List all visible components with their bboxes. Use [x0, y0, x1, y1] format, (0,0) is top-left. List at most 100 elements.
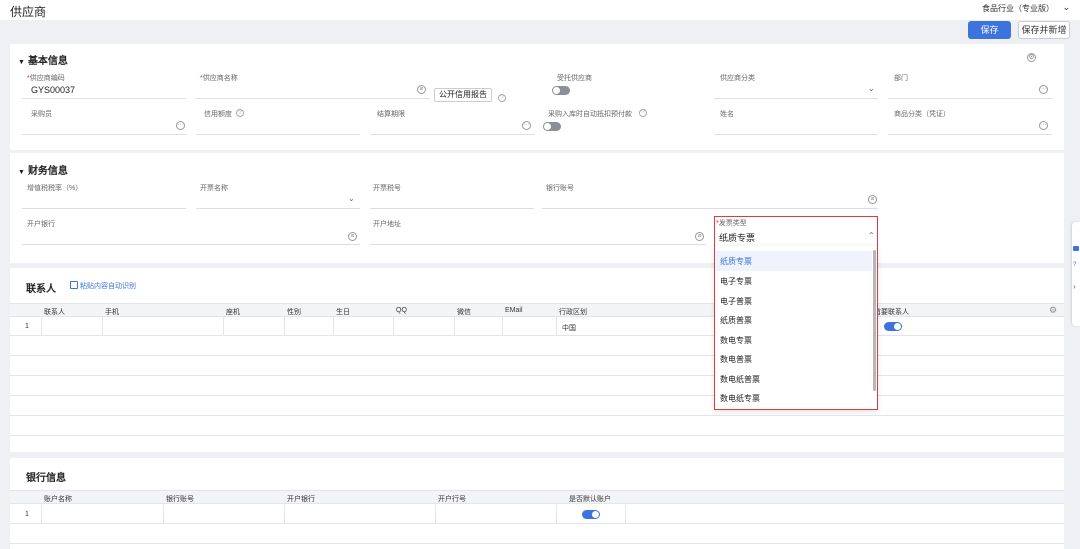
address-label: 开户地址 [373, 221, 401, 228]
help-icon[interactable]: ? [1073, 262, 1076, 268]
bank-table-header: 账户名称 银行账号 开户银行 开户行号 是否默认账户 [10, 490, 1064, 504]
table-row[interactable] [10, 357, 1064, 376]
col-email: EMail [505, 307, 523, 314]
table-row[interactable]: 1 中国 [10, 317, 1064, 336]
table-row[interactable] [10, 377, 1064, 396]
link-icon[interactable]: ⌀ [868, 195, 877, 204]
basic-info-title[interactable]: ▼ 基本信息 [18, 52, 68, 67]
tax-number-label: 开票税号 [373, 185, 401, 192]
col-bank-code: 开户行号 [438, 496, 466, 503]
cell-divider [284, 505, 285, 524]
cell-divider [333, 317, 334, 336]
col-gender: 性别 [287, 309, 301, 316]
chevron-down-icon[interactable]: ⌄ [1062, 2, 1070, 13]
top-bar: 供应商 食品行业（专业版） ⌄ [0, 0, 1080, 20]
chevron-down-icon[interactable]: ⌄ [868, 84, 875, 93]
col-default-account: 是否默认账户 [569, 496, 611, 503]
side-panel-tab[interactable]: ? › [1072, 222, 1080, 326]
credit-limit-input[interactable] [196, 134, 360, 135]
page-title: 供应商 [10, 5, 47, 19]
settlement-period-label: 结算期限 [377, 111, 405, 118]
col-phone: 座机 [226, 309, 240, 316]
cell-divider [41, 317, 42, 336]
help-icon[interactable]: ? [498, 94, 506, 102]
table-row[interactable]: 1 [10, 505, 1064, 524]
row-index: 1 [25, 323, 29, 330]
goods-category-input[interactable] [888, 134, 1052, 135]
paste-icon[interactable] [70, 281, 78, 289]
save-and-new-button[interactable]: 保存并新增 [1018, 21, 1070, 39]
more-options-icon[interactable]: ⋯ [1039, 85, 1048, 94]
supplier-name-input[interactable] [196, 98, 430, 99]
chevron-right-icon[interactable]: › [1073, 282, 1076, 291]
settings-gear-icon[interactable]: ⚙ [1027, 53, 1036, 62]
consigned-supplier-toggle[interactable] [552, 86, 570, 95]
bank-info-title: 银行信息 [26, 473, 66, 484]
chat-icon[interactable] [1073, 246, 1079, 251]
credit-limit-label: 信用额度 [204, 111, 232, 118]
name-label: 姓名 [720, 111, 734, 118]
row-index: 1 [25, 511, 29, 518]
cell-divider [454, 317, 455, 336]
address-input[interactable] [370, 244, 706, 245]
caret-down-icon: ▼ [18, 59, 25, 66]
more-options-icon[interactable]: ⋯ [522, 121, 531, 130]
table-row[interactable] [10, 417, 1064, 436]
cell-divider [163, 505, 164, 524]
cell-divider [556, 317, 557, 336]
primary-contact-toggle[interactable] [884, 322, 902, 331]
settlement-period-input[interactable] [370, 134, 534, 135]
col-wechat: 微信 [457, 309, 471, 316]
supplier-code-underline [22, 98, 186, 99]
col-birthday: 生日 [336, 309, 350, 316]
supplier-category-label: 供应商分类 [720, 75, 755, 82]
bank-account-label: 银行账号 [546, 185, 574, 192]
invoice-name-select[interactable] [196, 208, 360, 209]
cell-divider [393, 317, 394, 336]
tax-number-input[interactable] [370, 208, 534, 209]
column-settings-icon[interactable]: ⚙ [1049, 305, 1057, 316]
auto-offset-toggle[interactable] [543, 122, 561, 131]
caret-down-icon: ▼ [18, 169, 25, 176]
cell-divider [502, 317, 503, 336]
link-icon[interactable]: ⌀ [348, 232, 357, 241]
cell-divider [435, 505, 436, 524]
contacts-table-header: 联系人 手机 座机 性别 生日 QQ 微信 EMail 行政区划 首要联系人 ⚙ [10, 303, 1064, 317]
help-icon[interactable]: ? [236, 109, 244, 117]
link-icon[interactable]: ⌀ [695, 232, 704, 241]
supplier-code-input[interactable]: GYS00037 [31, 85, 75, 95]
industry-selector[interactable]: 食品行业（专业版） [982, 3, 1054, 14]
table-row[interactable] [10, 337, 1064, 356]
name-input[interactable] [714, 134, 878, 135]
department-input[interactable] [888, 98, 1052, 99]
annotation-highlight-box [714, 216, 878, 410]
table-row[interactable] [10, 397, 1064, 416]
help-icon[interactable]: ? [639, 109, 647, 117]
chevron-down-icon[interactable]: ⌄ [348, 194, 355, 203]
col-primary: 首要联系人 [874, 309, 909, 316]
cell-divider [284, 317, 285, 336]
supplier-name-label: *供应商名称 [200, 75, 238, 82]
credit-report-button[interactable]: 公开信用报告 [434, 88, 492, 102]
save-button[interactable]: 保存 [968, 21, 1011, 39]
table-row[interactable] [10, 525, 1064, 544]
bank-name-label: 开户银行 [27, 221, 55, 228]
cell-divider [41, 505, 42, 524]
more-options-icon[interactable]: ⋯ [176, 121, 185, 130]
link-icon[interactable]: ⌀ [417, 85, 426, 94]
purchaser-label: 采购员 [31, 111, 52, 118]
bank-name-input[interactable] [22, 244, 360, 245]
bank-account-input[interactable] [542, 208, 878, 209]
purchaser-input[interactable] [22, 134, 186, 135]
contacts-title: 联系人 [26, 284, 56, 295]
paste-auto-detect-link[interactable]: 粘贴内容自动识别 [80, 281, 136, 291]
region-cell[interactable]: 中国 [562, 323, 576, 333]
col-contact: 联系人 [44, 309, 65, 316]
finance-info-title[interactable]: ▼ 财务信息 [18, 162, 68, 177]
supplier-category-select[interactable] [714, 98, 878, 99]
vat-rate-input[interactable] [22, 208, 186, 209]
default-account-toggle[interactable] [582, 510, 600, 519]
col-account-name: 账户名称 [44, 496, 72, 503]
invoice-name-label: 开票名称 [200, 185, 228, 192]
more-options-icon[interactable]: ⋯ [1039, 121, 1048, 130]
